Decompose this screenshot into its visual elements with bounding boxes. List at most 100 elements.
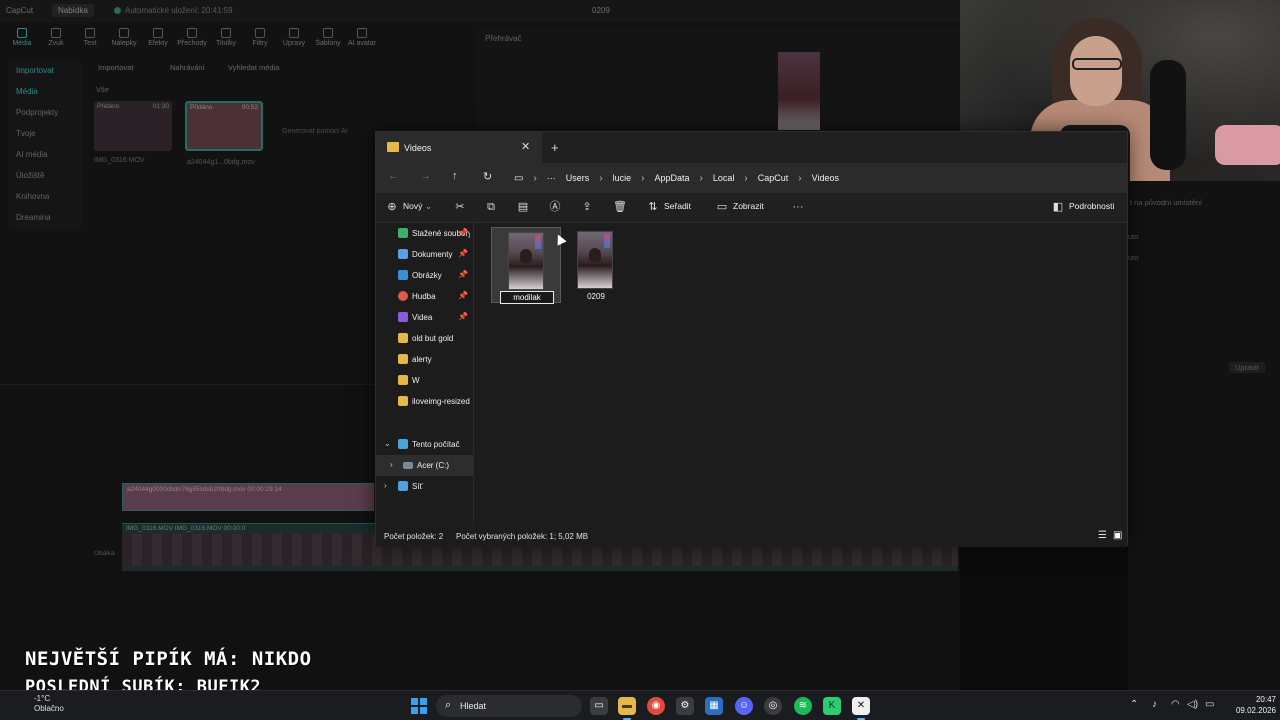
media-filter-all[interactable]: Vše bbox=[96, 85, 109, 94]
file-explorer-icon[interactable]: ▬ bbox=[618, 697, 636, 720]
sort-button[interactable]: Seřadit bbox=[664, 201, 691, 211]
breadcrumb-local[interactable]: Local bbox=[713, 173, 735, 183]
cover-button[interactable]: Obálka bbox=[94, 550, 115, 557]
breadcrumb-lucie[interactable]: lucie bbox=[613, 173, 632, 183]
sidebar-item-dreamina[interactable]: Dreamina bbox=[8, 207, 82, 228]
import-button[interactable]: Importovat bbox=[98, 63, 133, 72]
capcut-menu-button[interactable]: Nabídka bbox=[52, 4, 94, 17]
tool-captions[interactable]: Titulky bbox=[210, 28, 242, 47]
tiles-view-icon[interactable]: ▣ bbox=[1113, 530, 1122, 541]
sidebar-item-subprojects[interactable]: Podprojekty bbox=[8, 102, 82, 123]
media-clip-selected[interactable]: Přidáno 00:52 a24044g1...0bdg.mov bbox=[185, 101, 263, 166]
refresh-icon[interactable]: ↻ bbox=[483, 170, 492, 183]
nav-item-folder-old-but-gold[interactable]: old but gold bbox=[376, 328, 474, 349]
explorer-navbar: ← → ↑ ↻ ▭ › ··· Users › lucie › AppData … bbox=[376, 163, 1127, 193]
breadcrumb-appdata[interactable]: AppData bbox=[655, 173, 690, 183]
chevron-down-icon[interactable]: ⌄ bbox=[384, 439, 391, 448]
share-icon[interactable]: ⇪ bbox=[581, 201, 593, 213]
file-item-selected[interactable]: modilak bbox=[491, 227, 561, 304]
cut-icon[interactable]: ✂ bbox=[454, 201, 466, 213]
picture-icon bbox=[398, 270, 408, 280]
tool-audio[interactable]: Zvuk bbox=[40, 28, 72, 47]
media-clip[interactable]: Přidáno 01:30 IMG_0316.MOV bbox=[94, 101, 172, 164]
monitor-icon[interactable]: ▭ bbox=[514, 173, 523, 184]
breadcrumb-capcut[interactable]: CapCut bbox=[758, 173, 789, 183]
store-icon[interactable]: ▦ bbox=[705, 697, 723, 715]
timeline-clip-overlay[interactable]: a24044g0000cbdrr76g65sdsb20bdg.mov 00:00… bbox=[122, 483, 374, 511]
wifi-icon[interactable]: ◠ bbox=[1171, 699, 1180, 710]
sidebar-item-library[interactable]: Knihovna bbox=[8, 186, 82, 207]
obs-icon[interactable]: ◎ bbox=[764, 697, 782, 715]
clock[interactable]: 20:47 09.02.2026 bbox=[1222, 694, 1276, 716]
paste-icon[interactable]: ▤ bbox=[517, 201, 529, 213]
chevron-right-icon[interactable]: › bbox=[390, 460, 393, 469]
tool-filters[interactable]: Filtry bbox=[244, 28, 276, 47]
headphones-stand bbox=[1215, 125, 1280, 165]
capcut-icon[interactable]: ✕ bbox=[852, 697, 870, 720]
tool-media[interactable]: Média bbox=[6, 28, 38, 47]
record-button[interactable]: Nahrávání bbox=[170, 63, 205, 72]
edit-button[interactable]: Upravit bbox=[1229, 362, 1265, 373]
chevron-up-icon[interactable]: ⌃ bbox=[1130, 699, 1138, 710]
view-button[interactable]: Zobrazit bbox=[733, 201, 764, 211]
tool-ai-avatar[interactable]: AI avatar bbox=[346, 28, 378, 47]
nav-item-downloads[interactable]: Stažené soubory 📌 bbox=[376, 223, 474, 244]
start-button[interactable] bbox=[411, 698, 427, 714]
delete-icon[interactable]: 🗑 bbox=[613, 201, 627, 213]
close-tab-icon[interactable]: ✕ bbox=[521, 140, 530, 153]
tool-templates[interactable]: Šablony bbox=[312, 28, 344, 47]
ellipsis-icon[interactable]: ··· bbox=[547, 173, 556, 183]
forward-arrow-icon[interactable]: → bbox=[420, 170, 431, 182]
rename-input[interactable]: modilak bbox=[500, 291, 554, 304]
weather-widget[interactable]: -1°C Oblačno bbox=[14, 694, 64, 714]
sidebar-item-yours[interactable]: Tvoje bbox=[8, 123, 82, 144]
breadcrumb-users[interactable]: Users bbox=[566, 173, 590, 183]
chevron-right-icon[interactable]: › bbox=[384, 481, 387, 490]
back-arrow-icon[interactable]: ← bbox=[388, 170, 399, 182]
sidebar-item-media[interactable]: Média bbox=[8, 81, 82, 102]
list-view-icon[interactable]: ☰ bbox=[1098, 530, 1107, 541]
nav-item-pictures[interactable]: Obrázky 📌 bbox=[376, 265, 474, 286]
details-button[interactable]: Podrobnosti bbox=[1069, 201, 1114, 211]
rename-icon[interactable]: Ⓐ bbox=[549, 201, 561, 213]
more-options-icon[interactable]: ··· bbox=[792, 201, 804, 213]
tool-effects[interactable]: Efekty bbox=[142, 28, 174, 47]
generate-ai-button[interactable]: Generovat pomocí AI bbox=[282, 128, 348, 135]
nav-item-videos[interactable]: Videa 📌 bbox=[376, 307, 474, 328]
task-view-icon[interactable]: ▭ bbox=[590, 697, 608, 715]
nav-item-folder-w[interactable]: W bbox=[376, 370, 474, 391]
nav-item-documents[interactable]: Dokumenty 📌 bbox=[376, 244, 474, 265]
nav-item-folder-alerty[interactable]: alerty bbox=[376, 349, 474, 370]
volume-icon[interactable]: ◁) bbox=[1187, 699, 1198, 710]
kick-icon[interactable]: K bbox=[823, 697, 841, 715]
nav-item-folder-iloveimg[interactable]: iloveimg-resized bbox=[376, 391, 474, 412]
tool-text[interactable]: Text bbox=[74, 28, 106, 47]
settings-icon[interactable]: ⚙ bbox=[676, 697, 694, 715]
tab-videos[interactable]: Videos ✕ bbox=[376, 132, 542, 163]
view-icon: ▭ bbox=[716, 201, 728, 213]
nav-item-drive-c[interactable]: › Acer (C:) bbox=[376, 455, 474, 476]
discord-icon[interactable]: ☺ bbox=[735, 697, 753, 715]
sort-icon: ⇅ bbox=[648, 201, 658, 213]
copy-icon[interactable]: ⧉ bbox=[485, 201, 497, 213]
spotify-icon[interactable]: ≋ bbox=[794, 697, 812, 715]
battery-icon[interactable]: ▭ bbox=[1205, 699, 1214, 710]
sidebar-item-ai-media[interactable]: AI média bbox=[8, 144, 82, 165]
nav-item-network[interactable]: › Síť bbox=[376, 476, 474, 497]
tool-transitions[interactable]: Přechody bbox=[176, 28, 208, 47]
taskbar-search[interactable]: ⌕ Hledat bbox=[436, 695, 582, 717]
media-search-input[interactable]: Vyhledat média bbox=[228, 63, 279, 72]
new-tab-icon[interactable]: + bbox=[551, 140, 559, 155]
microphone-icon[interactable]: ♪ bbox=[1152, 699, 1157, 710]
new-button[interactable]: Nový bbox=[403, 201, 422, 211]
tool-stickers[interactable]: Nálepky bbox=[108, 28, 140, 47]
sidebar-item-import[interactable]: Importovat bbox=[8, 60, 82, 81]
breadcrumb-videos[interactable]: Videos bbox=[812, 173, 839, 183]
nav-item-this-pc[interactable]: ⌄ Tento počítač bbox=[376, 434, 474, 455]
sidebar-item-storage[interactable]: Úložiště bbox=[8, 165, 82, 186]
chrome-icon[interactable]: ◉ bbox=[647, 697, 665, 715]
nav-item-music[interactable]: Hudba 📌 bbox=[376, 286, 474, 307]
up-arrow-icon[interactable]: ↑ bbox=[452, 170, 458, 182]
file-item[interactable]: 0209 bbox=[561, 227, 631, 303]
tool-adjust[interactable]: Úpravy bbox=[278, 28, 310, 47]
